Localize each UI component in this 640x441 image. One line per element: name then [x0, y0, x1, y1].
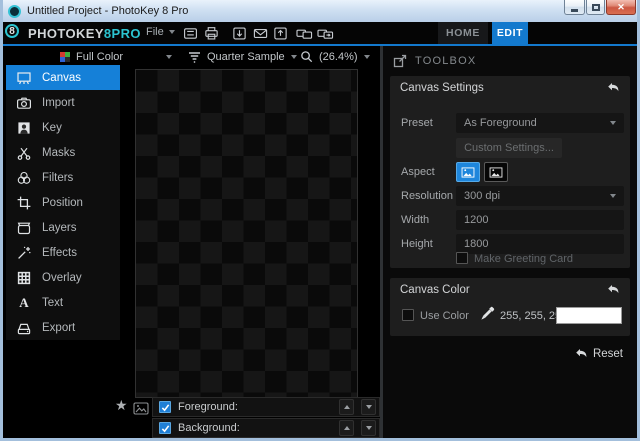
minimize-button[interactable]	[564, 0, 585, 15]
chevron-down-icon	[364, 54, 370, 59]
background-move-up-button[interactable]	[339, 420, 354, 436]
use-color-checkbox[interactable]	[402, 309, 414, 321]
print-icon[interactable]	[203, 25, 219, 41]
layers-icon	[6, 220, 42, 236]
sidebar-item-layers[interactable]: Layers	[6, 215, 120, 240]
scissors-icon	[6, 145, 42, 161]
favorite-star-icon[interactable]: ★	[115, 399, 128, 413]
height-field-wrap	[456, 234, 624, 254]
use-color-label: Use Color	[420, 310, 469, 322]
dual-monitor-icon[interactable]	[295, 25, 313, 41]
grid-icon	[6, 270, 42, 286]
foreground-checkbox[interactable]	[159, 401, 171, 413]
custom-settings-button[interactable]: Custom Settings...	[456, 138, 562, 158]
preset-dropdown[interactable]: As Foreground	[456, 113, 624, 133]
eyedropper-icon[interactable]	[480, 306, 495, 321]
sidebar-item-position[interactable]: Position	[6, 190, 120, 215]
sample-quality-icon	[188, 51, 201, 63]
width-label: Width	[401, 214, 430, 226]
tool-sidebar: Canvas Import Key Masks Filters Position…	[6, 65, 120, 340]
greeting-card-checkbox[interactable]	[456, 252, 468, 264]
color-mode-dropdown[interactable]: Full Color	[55, 48, 177, 65]
background-checkbox[interactable]	[159, 422, 171, 434]
download-icon[interactable]	[231, 25, 247, 41]
chevron-down-icon	[610, 194, 616, 198]
resolution-dropdown[interactable]: 300 dpi	[456, 186, 624, 206]
sidebar-item-export[interactable]: Export	[6, 315, 120, 340]
sidebar-item-overlay[interactable]: Overlay	[6, 265, 120, 290]
section-title: Canvas Settings	[400, 82, 484, 94]
canvas-workspace[interactable]	[135, 69, 358, 398]
upload-icon[interactable]	[272, 25, 288, 41]
sidebar-item-filters[interactable]: Filters	[6, 165, 120, 190]
sidebar-item-text[interactable]: A Text	[6, 290, 120, 315]
main-toolbar: 8 PHOTOKEY8PRO File HOME EDIT	[3, 22, 637, 44]
canvas-icon	[6, 70, 42, 86]
sidebar-item-canvas[interactable]: Canvas	[6, 65, 120, 90]
crop-icon	[6, 195, 42, 211]
full-color-icon	[60, 51, 70, 62]
height-label: Height	[401, 238, 433, 250]
canvas-color-section: Canvas Color Use Color 255, 255, 255	[390, 278, 630, 336]
save-icon[interactable]	[182, 25, 198, 41]
sample-mode-dropdown[interactable]: Quarter Sample	[183, 48, 297, 65]
foreground-move-down-button[interactable]	[361, 399, 376, 415]
tab-home[interactable]: HOME	[438, 22, 488, 44]
toolbox-title: TOOLBOX	[415, 55, 477, 67]
mail-icon[interactable]	[252, 25, 268, 41]
sidebar-item-key[interactable]: Key	[6, 115, 120, 140]
letter-a-icon: A	[19, 294, 29, 310]
monitor-send-icon[interactable]	[316, 25, 334, 41]
aspect-portrait-button[interactable]	[456, 162, 480, 182]
drive-icon	[6, 320, 42, 336]
content-area: Full Color Quarter Sample (26.4%) Canvas…	[3, 46, 637, 438]
width-input[interactable]	[464, 214, 616, 226]
file-menu[interactable]: File	[146, 26, 175, 38]
background-layer-row[interactable]: Background:	[152, 418, 380, 438]
brand-logo: PHOTOKEY8PRO	[28, 26, 141, 41]
reset-button[interactable]: Reset	[574, 348, 623, 360]
tab-edit[interactable]: EDIT	[492, 22, 528, 44]
maximize-button[interactable]	[586, 0, 605, 15]
sidebar-item-masks[interactable]: Masks	[6, 140, 120, 165]
section-reset-icon[interactable]	[606, 82, 620, 94]
logo-icon: 8	[5, 24, 19, 38]
background-move-down-button[interactable]	[361, 420, 376, 436]
sidebar-item-import[interactable]: Import	[6, 90, 120, 115]
greeting-card-label: Make Greeting Card	[474, 253, 574, 265]
chevron-down-icon	[610, 121, 616, 125]
app-icon	[8, 4, 21, 18]
toolbox-panel: TOOLBOX Canvas Settings Preset As Foregr…	[383, 46, 637, 438]
section-reset-icon[interactable]	[606, 284, 620, 296]
thumbnail-image-icon[interactable]	[133, 402, 149, 415]
resolution-label: Resolution	[401, 190, 453, 202]
zoom-dropdown[interactable]: (26.4%)	[295, 48, 375, 65]
title-bar[interactable]: Untitled Project - PhotoKey 8 Pro ✕	[3, 0, 637, 22]
window-title: Untitled Project - PhotoKey 8 Pro	[27, 5, 189, 17]
preset-label: Preset	[401, 117, 433, 129]
magnifier-icon	[300, 50, 313, 63]
section-title: Canvas Color	[400, 284, 470, 296]
close-button[interactable]: ✕	[606, 0, 636, 15]
sidebar-item-effects[interactable]: Effects	[6, 240, 120, 265]
portrait-icon	[6, 120, 42, 136]
popout-icon[interactable]	[393, 54, 407, 68]
foreground-move-up-button[interactable]	[339, 399, 354, 415]
aspect-landscape-button[interactable]	[484, 162, 508, 182]
camera-icon	[6, 95, 42, 111]
height-input[interactable]	[464, 238, 616, 250]
venn-icon	[6, 170, 42, 186]
canvas-settings-section: Canvas Settings Preset As Foreground Cus…	[390, 76, 630, 268]
foreground-layer-row[interactable]: Foreground:	[152, 397, 380, 417]
app-window: Untitled Project - PhotoKey 8 Pro ✕ 8 PH…	[0, 0, 640, 441]
chevron-down-icon	[166, 54, 172, 59]
width-field-wrap	[456, 210, 624, 230]
color-swatch[interactable]	[556, 307, 622, 324]
aspect-label: Aspect	[401, 166, 435, 178]
wand-icon	[6, 245, 42, 261]
